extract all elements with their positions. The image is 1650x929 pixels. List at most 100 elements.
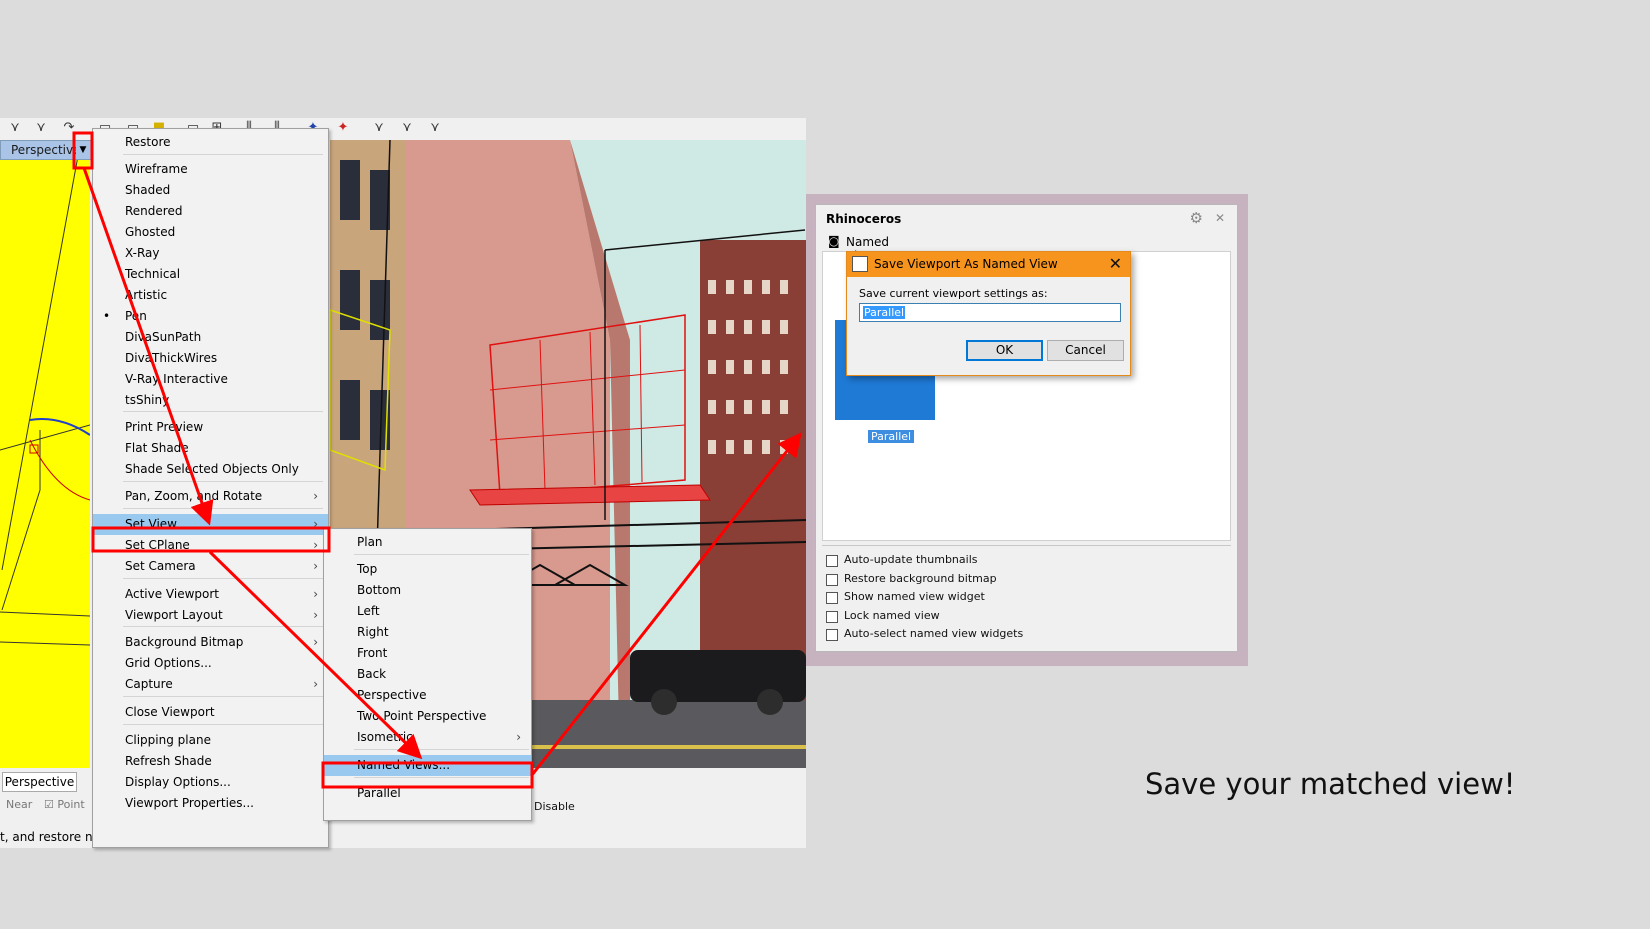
gear-icon[interactable]: ⚙	[1190, 209, 1203, 227]
menu-item-technical[interactable]: Technical	[93, 264, 328, 285]
menu-item-display-options[interactable]: Display Options...	[93, 772, 328, 793]
submenu-item-label: Back	[357, 667, 387, 681]
menu-item-print-preview[interactable]: Print Preview	[93, 417, 328, 438]
menu-separator	[123, 481, 323, 482]
cancel-button[interactable]: Cancel	[1047, 340, 1124, 361]
menu-item-background-bitmap[interactable]: Background Bitmap ›	[93, 632, 328, 653]
menu-item-x-ray[interactable]: X-Ray	[93, 243, 328, 264]
menu-item-set-camera[interactable]: Set Camera ›	[93, 556, 328, 577]
viewport-context-menu: Restore Wireframe Shaded Rendered Ghosted X-R…	[92, 128, 329, 848]
close-icon[interactable]: ✕	[1215, 211, 1225, 225]
submenu-item-parallel[interactable]: Parallel	[324, 783, 531, 804]
submenu-item-bottom[interactable]: Bottom	[324, 580, 531, 601]
menu-item-active-viewport[interactable]: Active Viewport ›	[93, 584, 328, 605]
osnap-point-checkbox[interactable]: ☑ Point	[44, 798, 85, 811]
menu-item-label: Set View	[125, 517, 177, 531]
osnap-point-label: Point	[57, 798, 85, 811]
toolbar-tool-icon[interactable]: ⋎	[398, 120, 416, 136]
viewport-menu-dropdown-button[interactable]: ▼	[76, 141, 90, 159]
viewport-title-label: Perspective	[11, 143, 81, 157]
ok-button[interactable]: OK	[966, 340, 1043, 361]
menu-item-capture[interactable]: Capture ›	[93, 674, 328, 695]
submenu-item-two-point-perspective[interactable]: Two Point Perspective	[324, 706, 531, 727]
checkbox-icon	[826, 573, 838, 586]
menu-item-refresh-shade[interactable]: Refresh Shade	[93, 751, 328, 772]
menu-item-label: Capture	[125, 677, 173, 691]
menu-item-flat-shade[interactable]: Flat Shade	[93, 438, 328, 459]
menu-item-wireframe[interactable]: Wireframe	[93, 159, 328, 180]
menu-item-viewport-layout[interactable]: Viewport Layout ›	[93, 605, 328, 626]
toolbar-tool-icon[interactable]: ⋎	[370, 120, 388, 136]
checkbox-icon	[826, 629, 838, 641]
osnap-near-checkbox[interactable]: Near	[6, 798, 32, 811]
submenu-item-plan[interactable]: Plan	[324, 532, 531, 553]
submenu-item-left[interactable]: Left	[324, 601, 531, 622]
menu-item-divathickwires[interactable]: DivaThickWires	[93, 348, 328, 369]
menu-item-label: V-Ray Interactive	[125, 372, 228, 386]
close-icon[interactable]: ✕	[1109, 254, 1122, 273]
panel-title: Rhinoceros	[826, 212, 902, 226]
chevron-right-icon: ›	[313, 559, 318, 573]
submenu-item-label: Perspective	[357, 688, 427, 702]
menu-item-rendered[interactable]: Rendered	[93, 201, 328, 222]
menu-separator	[123, 626, 323, 627]
menu-separator	[123, 411, 323, 412]
menu-item-label: Close Viewport	[125, 705, 215, 719]
set-view-submenu: Plan Top Bottom Left Right Front Back Perspecti…	[323, 528, 532, 821]
perspective-viewport[interactable]	[0, 140, 90, 768]
chevron-right-icon: ›	[313, 517, 318, 531]
menu-separator	[123, 696, 323, 697]
named-view-thumbnail-label[interactable]: Parallel	[868, 430, 915, 443]
toolbar-tool-icon[interactable]: ↷	[60, 120, 78, 136]
menu-item-label: Ghosted	[125, 225, 176, 239]
menu-item-restore[interactable]: Restore	[93, 132, 328, 153]
submenu-item-back[interactable]: Back	[324, 664, 531, 685]
submenu-item-isometric[interactable]: Isometric ›	[324, 727, 531, 748]
view-name-input-value: Parallel	[863, 306, 906, 319]
toolbar-tool-icon[interactable]: ⋎	[6, 120, 24, 136]
view-name-input[interactable]: Parallel	[859, 303, 1121, 322]
menu-item-ghosted[interactable]: Ghosted	[93, 222, 328, 243]
menu-item-pen[interactable]: • Pen	[93, 306, 328, 327]
save-named-view-dialog: Save Viewport As Named View ✕ Save curre…	[846, 251, 1131, 376]
submenu-item-front[interactable]: Front	[324, 643, 531, 664]
submenu-item-label: Two Point Perspective	[357, 709, 487, 723]
dialog-prompt: Save current viewport settings as:	[859, 287, 1048, 300]
submenu-item-label: Left	[357, 604, 380, 618]
toolbar-tool-icon[interactable]: ⋎	[426, 120, 444, 136]
submenu-item-perspective[interactable]: Perspective	[324, 685, 531, 706]
menu-item-label: Technical	[125, 267, 181, 281]
menu-item-label: DivaSunPath	[125, 330, 202, 344]
submenu-item-named-views[interactable]: Named Views...	[324, 755, 531, 776]
submenu-item-top[interactable]: Top	[324, 559, 531, 580]
tab-perspective[interactable]: Perspective	[2, 772, 77, 792]
menu-separator	[354, 749, 529, 750]
menu-item-grid-options[interactable]: Grid Options...	[93, 653, 328, 674]
menu-item-shade-selected-objects-only[interactable]: Shade Selected Objects Only	[93, 459, 328, 480]
menu-item-pan-zoom-and-rotate[interactable]: Pan, Zoom, and Rotate ›	[93, 486, 328, 507]
menu-item-set-cplane[interactable]: Set CPlane ›	[93, 535, 328, 556]
command-status-text: t, and restore nai	[0, 830, 104, 844]
menu-item-artistic[interactable]: Artistic	[93, 285, 328, 306]
menu-item-v-ray-interactive[interactable]: V-Ray Interactive	[93, 369, 328, 390]
menu-item-divasunpath[interactable]: DivaSunPath	[93, 327, 328, 348]
menu-item-clipping-plane[interactable]: Clipping plane	[93, 730, 328, 751]
menu-item-label: Rendered	[125, 204, 183, 218]
toolbar-tool-icon[interactable]: ✦	[334, 120, 352, 136]
submenu-item-label: Bottom	[357, 583, 402, 597]
menu-item-shaded[interactable]: Shaded	[93, 180, 328, 201]
tab-named-views[interactable]: ◙ Named Views	[826, 234, 916, 263]
menu-separator	[123, 578, 323, 579]
menu-item-label: Refresh Shade	[125, 754, 212, 768]
menu-item-label: Background Bitmap	[125, 635, 244, 649]
menu-separator	[354, 777, 529, 778]
toolbar-tool-icon[interactable]: ⋎	[32, 120, 50, 136]
submenu-item-right[interactable]: Right	[324, 622, 531, 643]
osnap-disable-checkbox[interactable]: Disable	[534, 800, 575, 813]
checkbox-label: Lock named view	[844, 608, 940, 622]
chevron-right-icon: ›	[313, 677, 318, 691]
menu-item-set-view[interactable]: Set View ›	[93, 514, 328, 535]
menu-item-close-viewport[interactable]: Close Viewport	[93, 702, 328, 723]
menu-item-viewport-properties[interactable]: Viewport Properties...	[93, 793, 328, 814]
menu-item-tsshiny[interactable]: tsShiny	[93, 390, 328, 411]
